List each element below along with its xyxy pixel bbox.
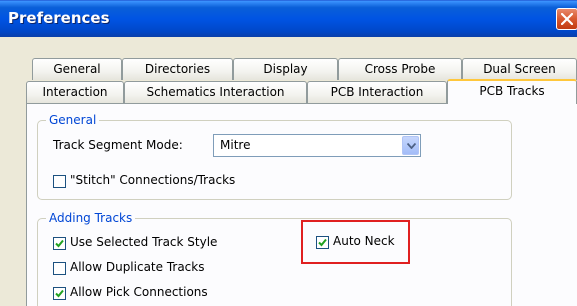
use-selected-track-style-checkbox[interactable] <box>53 237 66 250</box>
general-group: General <box>37 113 512 200</box>
tab-label: Cross Probe <box>364 62 436 76</box>
dropdown-button[interactable] <box>402 136 419 155</box>
tab-cross-probe[interactable]: Cross Probe <box>338 58 462 80</box>
tab-interaction[interactable]: Interaction <box>26 81 124 103</box>
allow-pick-connections-label: Allow Pick Connections <box>70 285 208 299</box>
checkmark-icon <box>318 238 327 247</box>
tab-label: Schematics Interaction <box>146 85 285 99</box>
tab-row-1: General Directories Display Cross Probe … <box>32 58 577 80</box>
tab-label: PCB Interaction <box>330 85 424 99</box>
tab-label: Display <box>263 62 308 76</box>
tab-directories[interactable]: Directories <box>122 58 233 80</box>
close-button[interactable] <box>556 8 577 30</box>
dropdown-arrow-icon <box>407 143 416 149</box>
group-title-adding-tracks: Adding Tracks <box>46 211 136 225</box>
close-icon <box>561 13 573 25</box>
preferences-window: Preferences General Directories Display … <box>0 0 577 306</box>
tab-label: Directories <box>144 62 211 76</box>
tab-label: Interaction <box>42 85 108 99</box>
auto-neck-label: Auto Neck <box>333 234 395 248</box>
track-segment-mode-select[interactable]: Mitre <box>213 134 421 157</box>
track-segment-mode-label: Track Segment Mode: <box>53 138 183 152</box>
tab-label: PCB Tracks <box>479 84 545 98</box>
stitch-connections-label: "Stitch" Connections/Tracks <box>70 173 236 187</box>
checkmark-icon <box>55 239 64 248</box>
tab-label: General <box>53 62 101 76</box>
track-segment-mode-value: Mitre <box>220 138 251 152</box>
checkmark-icon <box>55 289 64 298</box>
use-selected-track-style-label: Use Selected Track Style <box>70 235 218 249</box>
tab-label: Dual Screen <box>483 62 556 76</box>
allow-duplicate-tracks-label: Allow Duplicate Tracks <box>70 260 205 274</box>
allow-pick-connections-checkbox[interactable] <box>53 287 66 300</box>
title-bar[interactable]: Preferences <box>0 0 577 37</box>
tab-general[interactable]: General <box>32 58 122 80</box>
group-title-general: General <box>46 113 100 127</box>
stitch-connections-checkbox[interactable] <box>53 175 66 188</box>
window-title: Preferences <box>8 9 110 27</box>
tab-pcb-interaction[interactable]: PCB Interaction <box>307 81 447 103</box>
tab-pcb-tracks[interactable]: PCB Tracks <box>447 79 577 104</box>
tab-display[interactable]: Display <box>233 58 338 80</box>
tab-schematics-interaction[interactable]: Schematics Interaction <box>124 81 307 103</box>
tab-dual-screen[interactable]: Dual Screen <box>462 58 577 80</box>
auto-neck-checkbox[interactable] <box>316 236 329 249</box>
allow-duplicate-tracks-checkbox[interactable] <box>53 262 66 275</box>
tab-row-2: Interaction Schematics Interaction PCB I… <box>26 79 577 104</box>
